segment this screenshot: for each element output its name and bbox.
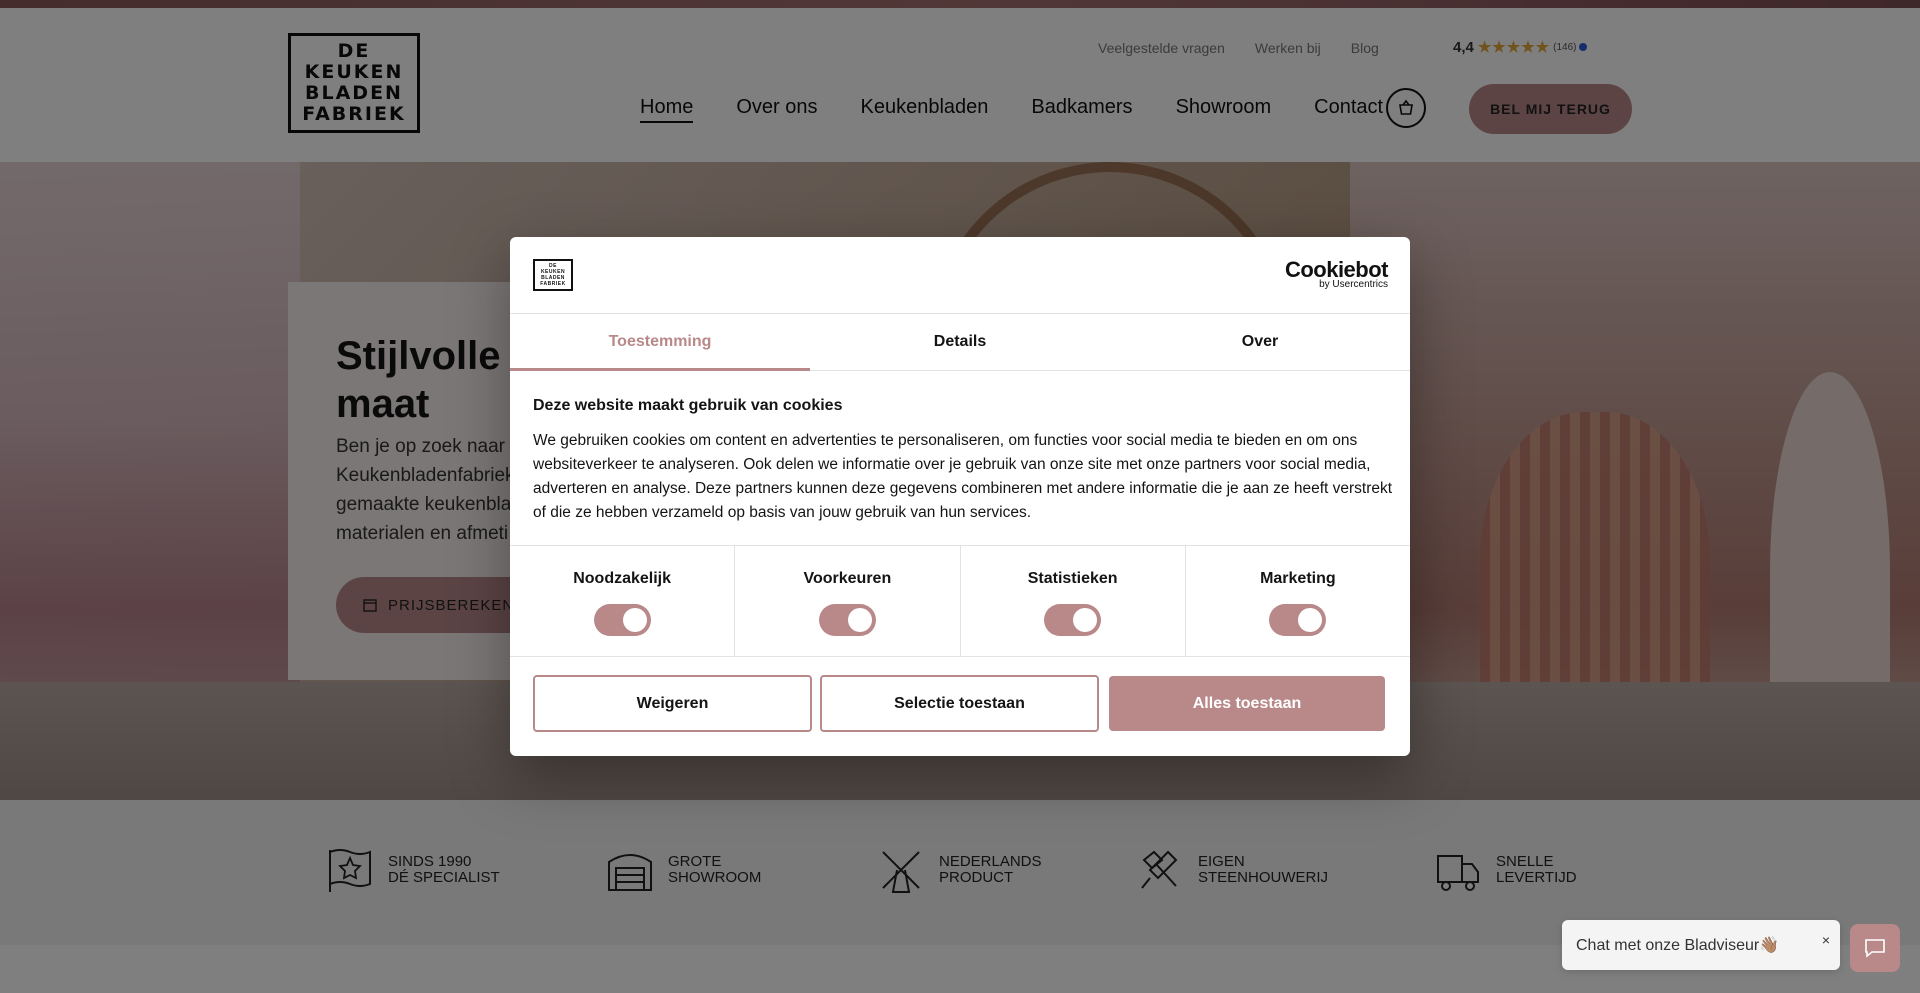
category-label: Marketing <box>1260 570 1336 587</box>
category-label: Voorkeuren <box>803 570 892 587</box>
chat-launcher-button[interactable] <box>1850 924 1900 972</box>
cookie-dialog-body: Deze website maakt gebruik van cookies W… <box>533 397 1393 525</box>
site-logo-small: DE KEUKEN BLADEN FABRIEK <box>533 259 573 291</box>
tab-toestemming[interactable]: Toestemming <box>510 314 810 371</box>
cookie-consent-dialog: DE KEUKEN BLADEN FABRIEK Cookiebot by Us… <box>510 237 1410 756</box>
cookie-dialog-buttons: Weigeren Selectie toestaan Alles toestaa… <box>533 675 1388 732</box>
toggle-noodzakelijk[interactable] <box>593 604 651 636</box>
cookie-dialog-header: DE KEUKEN BLADEN FABRIEK Cookiebot by Us… <box>510 237 1410 314</box>
cookiebot-logo[interactable]: Cookiebot by Usercentrics <box>1285 257 1389 290</box>
category-noodzakelijk: Noodzakelijk <box>510 546 736 656</box>
category-statistieken: Statistieken <box>961 546 1186 656</box>
chat-close-icon[interactable]: × <box>1822 932 1830 948</box>
chat-prompt-text: Chat met onze Bladviseur👋🏽 <box>1576 937 1780 954</box>
chat-prompt[interactable]: Chat met onze Bladviseur👋🏽 × <box>1562 920 1840 970</box>
toggle-marketing[interactable] <box>1269 604 1327 636</box>
cookie-categories: Noodzakelijk Voorkeuren Statistieken Mar… <box>510 545 1410 657</box>
category-voorkeuren: Voorkeuren <box>735 546 961 656</box>
tab-over[interactable]: Over <box>1110 314 1410 370</box>
toggle-statistieken[interactable] <box>1044 604 1102 636</box>
category-marketing: Marketing <box>1186 546 1410 656</box>
cookie-dialog-tabs: Toestemming Details Over <box>510 314 1410 371</box>
reject-button[interactable]: Weigeren <box>533 675 812 732</box>
cookie-dialog-text: We gebruiken cookies om content en adver… <box>533 432 1393 521</box>
tab-details[interactable]: Details <box>810 314 1110 370</box>
allow-all-button[interactable]: Alles toestaan <box>1109 676 1385 731</box>
category-label: Statistieken <box>1027 570 1118 587</box>
allow-selection-button[interactable]: Selectie toestaan <box>820 675 1099 732</box>
chat-bubble-icon <box>1865 939 1885 958</box>
category-label: Noodzakelijk <box>573 570 672 587</box>
toggle-voorkeuren[interactable] <box>818 604 876 636</box>
cookie-dialog-title: Deze website maakt gebruik van cookies <box>533 397 843 414</box>
